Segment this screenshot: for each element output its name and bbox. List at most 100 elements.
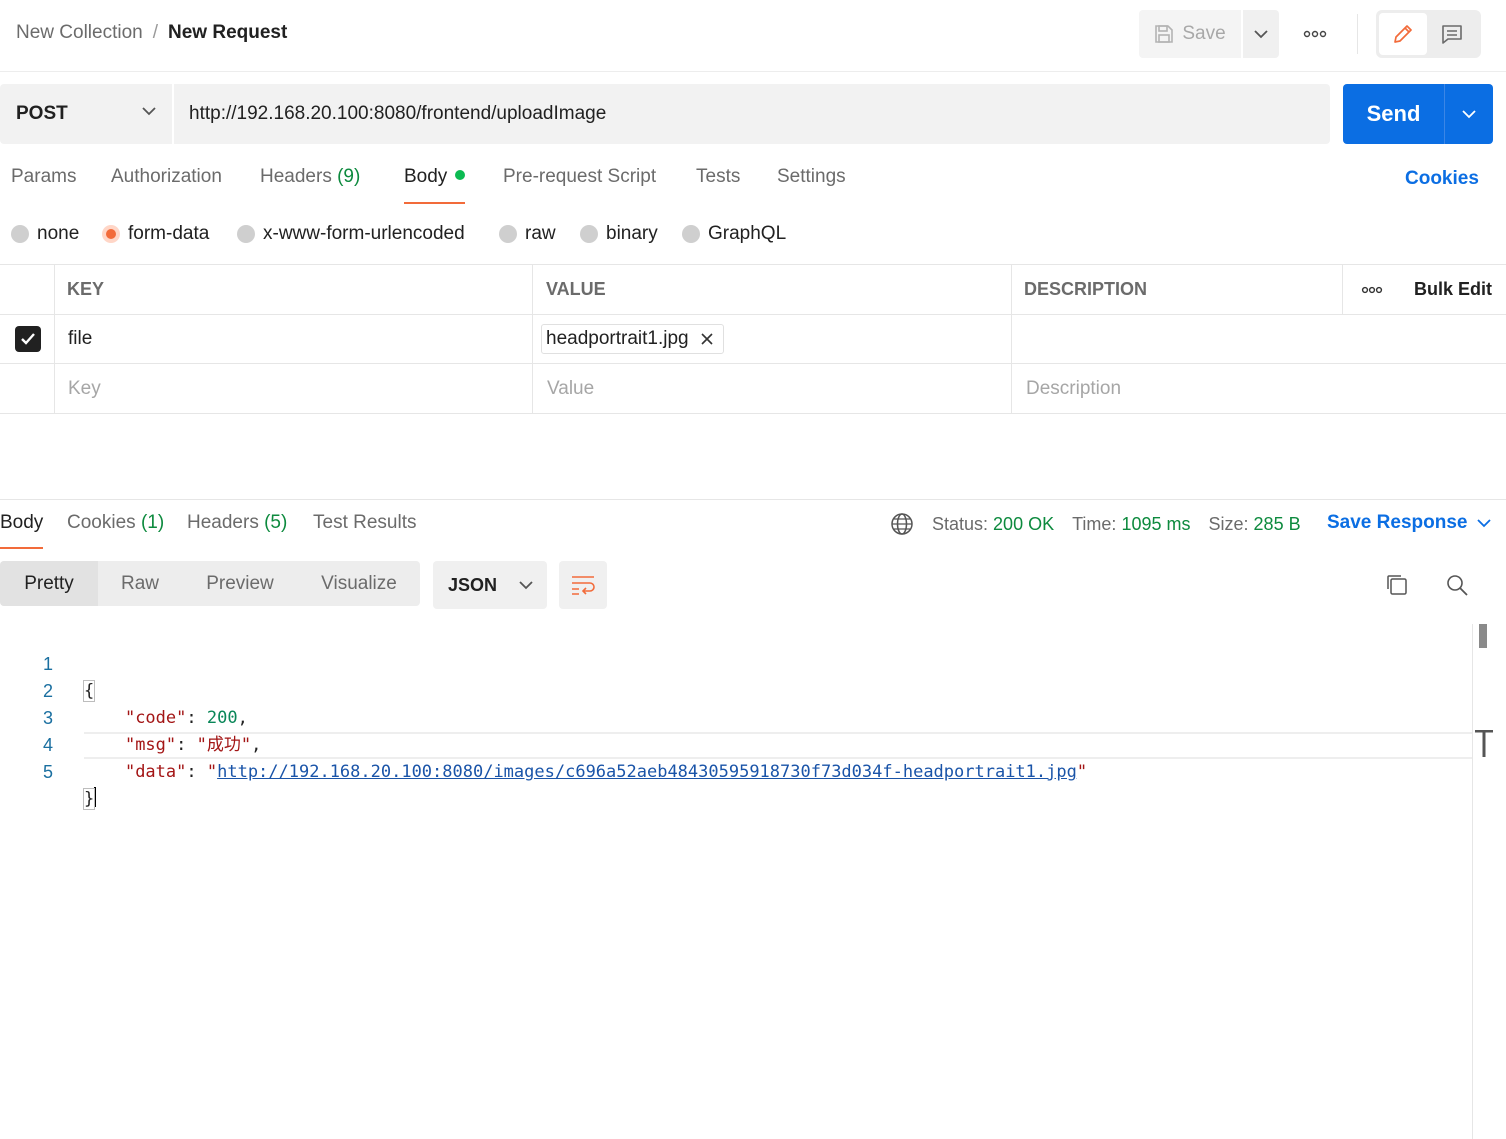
code-line: 2 "code": 200, — [0, 651, 1472, 728]
chevron-down-icon — [1462, 110, 1476, 119]
code-line: 4 "data": "http://192.168.20.100:8080/im… — [0, 705, 1472, 782]
radio-binary-label: binary — [606, 223, 658, 244]
method-value: POST — [16, 103, 68, 124]
code-text: } — [82, 786, 97, 813]
send-button[interactable]: Send — [1343, 84, 1444, 144]
save-response-button[interactable]: Save Response — [1327, 512, 1492, 534]
view-raw-button[interactable]: Raw — [98, 561, 182, 606]
radio-binary[interactable]: binary — [580, 220, 658, 248]
radio-form-data-label: form-data — [128, 223, 210, 244]
row-value-cell: headportrait1.jpg — [532, 315, 1012, 363]
time-label: Time: — [1072, 513, 1117, 534]
edit-mode-button[interactable] — [1379, 13, 1427, 55]
radio-none-label: none — [37, 223, 80, 244]
quote-close: " — [1076, 762, 1088, 782]
status-label: Status: — [932, 513, 989, 534]
new-description-input[interactable]: Description — [1011, 364, 1506, 413]
response-tab-cookies[interactable]: Cookies (1) — [67, 512, 164, 549]
response-tab-body[interactable]: Body — [0, 512, 44, 549]
response-tab-headers-count: (5) — [264, 512, 288, 533]
tab-settings[interactable]: Settings — [777, 166, 846, 204]
chevron-down-icon — [142, 107, 156, 116]
url-value: http://192.168.20.100:8080/frontend/uplo… — [189, 103, 607, 124]
editor-scrollbar-track[interactable] — [1472, 624, 1473, 1139]
radio-graphql[interactable]: GraphQL — [682, 220, 786, 248]
tab-headers-label: Headers — [260, 166, 332, 187]
radio-graphql-label: GraphQL — [708, 223, 787, 244]
radio-urlencoded[interactable]: x-www-form-urlencoded — [237, 220, 465, 248]
tab-prerequest-script[interactable]: Pre-request Script — [503, 166, 656, 204]
row-key-input[interactable]: file — [54, 315, 533, 363]
more-horizontal-icon — [1303, 30, 1327, 38]
size-label: Size: — [1208, 513, 1249, 534]
radio-form-data[interactable]: form-data — [102, 220, 209, 248]
url-input[interactable]: http://192.168.20.100:8080/frontend/uplo… — [174, 84, 1330, 144]
column-header-key: KEY — [54, 265, 533, 314]
radio-circle — [11, 225, 29, 243]
tab-params[interactable]: Params — [11, 166, 76, 204]
view-preview-button[interactable]: Preview — [182, 561, 298, 606]
response-tab-headers[interactable]: Headers (5) — [187, 512, 287, 549]
bulk-edit-button[interactable]: Bulk Edit — [1399, 265, 1506, 314]
tab-tests[interactable]: Tests — [696, 166, 740, 204]
save-options-button[interactable] — [1243, 10, 1279, 58]
radio-raw[interactable]: raw — [499, 220, 556, 248]
search-button[interactable] — [1444, 572, 1470, 603]
view-visualize-button[interactable]: Visualize — [298, 561, 420, 606]
row-description-input[interactable] — [1011, 315, 1506, 363]
overview-cursor-marker — [1475, 730, 1493, 757]
more-horizontal-icon — [1361, 286, 1382, 293]
more-options-button[interactable] — [1296, 20, 1334, 48]
copy-button[interactable] — [1384, 572, 1410, 603]
tab-authorization[interactable]: Authorization — [111, 166, 222, 204]
send-options-button[interactable] — [1445, 84, 1493, 144]
key-placeholder: Key — [68, 377, 101, 399]
wrap-lines-button[interactable] — [559, 561, 607, 609]
response-tab-cookies-label: Cookies — [67, 512, 136, 533]
code-line: 5 } — [0, 732, 1472, 810]
time-value[interactable]: 1095 ms — [1121, 514, 1190, 535]
size-value[interactable]: 285 B — [1254, 514, 1301, 535]
body-indicator-dot — [455, 170, 466, 180]
save-button[interactable]: Save — [1139, 10, 1241, 58]
checkmark-icon — [20, 333, 35, 345]
response-divider[interactable] — [0, 499, 1506, 500]
json-value-data-link[interactable]: http://192.168.20.100:8080/images/c696a5… — [217, 762, 1077, 782]
column-header-description: DESCRIPTION — [1011, 265, 1343, 314]
code-line: 1 { — [0, 624, 1472, 702]
breadcrumb-request-name[interactable]: New Request — [168, 22, 287, 44]
new-value-input[interactable]: Value — [532, 364, 1012, 413]
radio-circle — [580, 225, 598, 243]
header-check-cell — [0, 265, 55, 314]
column-header-value: VALUE — [532, 265, 1012, 314]
view-pretty-button[interactable]: Pretty — [0, 561, 98, 606]
comments-mode-button[interactable] — [1427, 13, 1478, 55]
row-check-cell — [0, 315, 55, 363]
row-enabled-checkbox[interactable] — [14, 326, 41, 352]
response-tab-cookies-count: (1) — [140, 512, 165, 533]
save-group: Save — [1139, 10, 1279, 58]
response-tab-test-results[interactable]: Test Results — [313, 512, 416, 549]
tab-body[interactable]: Body — [404, 166, 466, 204]
file-chip-name: headportrait1.jpg — [546, 328, 689, 349]
close-icon[interactable] — [701, 333, 713, 345]
method-select[interactable]: POST — [0, 84, 172, 144]
status-value[interactable]: 200 OK — [993, 514, 1054, 535]
save-label: Save — [1182, 23, 1226, 44]
description-placeholder: Description — [1026, 377, 1122, 399]
editor-scrollbar-thumb[interactable] — [1479, 624, 1487, 648]
table-options-button[interactable] — [1342, 265, 1400, 314]
table-header-row: KEY VALUE DESCRIPTION Bulk Edit — [0, 264, 1506, 315]
new-key-input[interactable]: Key — [54, 364, 533, 413]
cookies-link[interactable]: Cookies — [1405, 168, 1479, 190]
radio-circle — [499, 225, 517, 243]
globe-icon[interactable] — [890, 512, 914, 536]
code-text: "data": "http://192.168.20.100:8080/imag… — [124, 762, 1088, 782]
breadcrumb-separator: / — [152, 22, 159, 43]
tab-headers[interactable]: Headers (9) — [260, 166, 360, 204]
breadcrumb-collection[interactable]: New Collection — [16, 22, 143, 44]
text-cursor — [94, 787, 97, 807]
format-select[interactable]: JSON — [433, 561, 547, 609]
radio-none[interactable]: none — [11, 220, 79, 248]
response-meta: Status: 200 OK Time: 1095 ms Size: 285 B — [890, 512, 1301, 536]
